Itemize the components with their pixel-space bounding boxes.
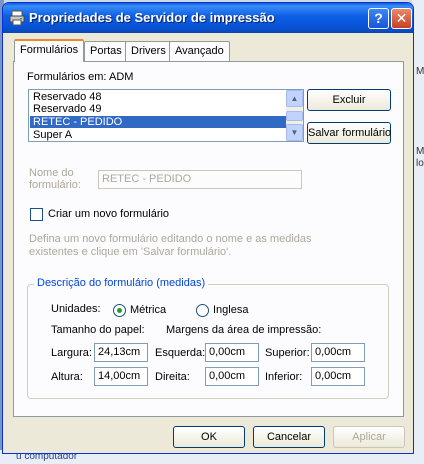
cancel-button[interactable]: Cancelar [253,426,325,448]
create-new-form-checkbox[interactable] [30,208,43,221]
height-field[interactable]: 14,00cm [94,367,148,386]
list-item[interactable]: Reservado 49 [30,103,286,115]
ok-button[interactable]: OK [173,426,245,448]
form-name-label: formulário: [29,179,81,191]
width-field[interactable]: 24,13cm [94,343,148,362]
scroll-thumb[interactable] [286,111,303,121]
background-text: M [416,66,424,77]
hint-text: Defina um novo formulário editando o nom… [29,233,312,245]
english-radio[interactable] [196,304,209,317]
title-bar[interactable]: Propriedades de Servidor de impressão ? … [3,3,413,33]
top-margin-label: Superior: [265,347,310,359]
save-form-button[interactable]: Salvar formulário [307,122,391,144]
list-item[interactable]: Super A [30,129,286,141]
tab-avancado[interactable]: Avançado [169,41,230,61]
hint-text: existentes e clique em 'Salvar formulári… [29,246,232,258]
units-label: Unidades: [51,303,101,315]
server-name: ADM [109,71,134,83]
close-button[interactable]: ✕ [391,8,412,29]
list-item[interactable]: Reservado 48 [30,91,286,103]
metric-label[interactable]: Métrica [130,304,166,316]
english-label[interactable]: Inglesa [213,304,248,316]
scroll-down-icon[interactable]: ▼ [286,124,303,141]
form-name-field[interactable]: RETEC - PEDIDO [98,170,302,189]
right-margin-field[interactable]: 0,00cm [205,367,259,386]
top-margin-field[interactable]: 0,00cm [311,343,365,362]
background-text: Mi [416,146,424,157]
tab-portas[interactable]: Portas [84,41,128,61]
forms-listbox[interactable]: Reservado 48 Reservado 49 RETEC - PEDIDO… [28,89,304,142]
listbox-scrollbar[interactable]: ▲ ▼ [286,90,303,141]
bottom-margin-label: Inferior: [265,371,303,383]
help-button[interactable]: ? [368,8,389,29]
form-name-label: Nome do [29,167,74,179]
print-server-properties-dialog: Propriedades de Servidor de impressão ? … [2,2,414,454]
printer-icon [9,10,25,26]
height-label: Altura: [51,371,83,383]
bottom-margin-field[interactable]: 0,00cm [311,367,365,386]
left-margin-label: Esquerda: [155,347,206,359]
paper-size-label: Tamanho do papel: [51,324,145,336]
tab-formularios[interactable]: Formulários [14,39,85,62]
list-item-selected[interactable]: RETEC - PEDIDO [30,116,286,128]
right-margin-label: Direita: [155,371,190,383]
scroll-up-icon[interactable]: ▲ [286,90,303,107]
delete-button[interactable]: Excluir [307,89,391,111]
background-text: lo [416,158,424,169]
group-title: Descrição do formulário (medidas) [34,277,209,289]
forms-on-label: Formulários em: [27,71,107,83]
create-new-form-label[interactable]: Criar um novo formulário [48,208,169,220]
metric-radio[interactable] [113,304,126,317]
tab-drivers[interactable]: Drivers [125,41,172,61]
radio-dot-icon [117,308,122,313]
margins-label: Margens da área de impressão: [166,324,322,336]
width-label: Largura: [51,347,92,359]
window-title: Propriedades de Servidor de impressão [29,10,275,25]
apply-button[interactable]: Aplicar [333,426,405,448]
left-margin-field[interactable]: 0,00cm [205,343,259,362]
